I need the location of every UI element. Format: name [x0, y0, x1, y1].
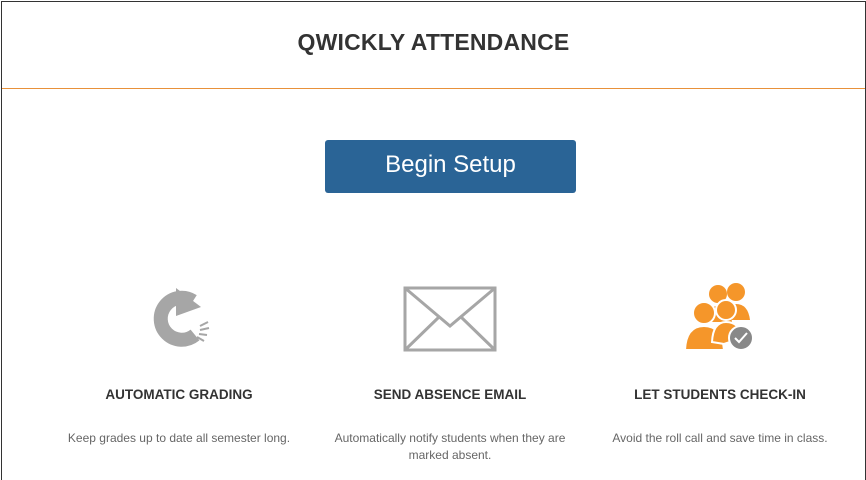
feature-title: LET STUDENTS CHECK-IN: [634, 387, 806, 402]
app-frame: QWICKLY ATTENDANCE Begin Setup AUTOMATIC…: [1, 1, 866, 480]
begin-setup-button[interactable]: Begin Setup: [325, 140, 576, 193]
refresh-arrow-icon: [153, 288, 210, 347]
feature-description: Avoid the roll call and save time in cla…: [612, 431, 828, 445]
feature-send-absence-email: SEND ABSENCE EMAIL Automatically notify …: [310, 270, 590, 464]
page-title: QWICKLY ATTENDANCE: [297, 28, 570, 55]
feature-let-students-check-in: LET STUDENTS CHECK-IN Avoid the roll cal…: [580, 270, 860, 447]
feature-title: SEND ABSENCE EMAIL: [373, 387, 527, 402]
feature-description: Automatically notify students when they …: [334, 431, 566, 462]
students-check-icon: [684, 283, 754, 351]
envelope-icon: [403, 286, 497, 352]
header: QWICKLY ATTENDANCE: [2, 2, 865, 89]
feature-title: AUTOMATIC GRADING: [105, 387, 253, 402]
feature-automatic-grading: AUTOMATIC GRADING Keep grades up to date…: [39, 270, 319, 447]
feature-description: Keep grades up to date all semester long…: [67, 431, 291, 445]
